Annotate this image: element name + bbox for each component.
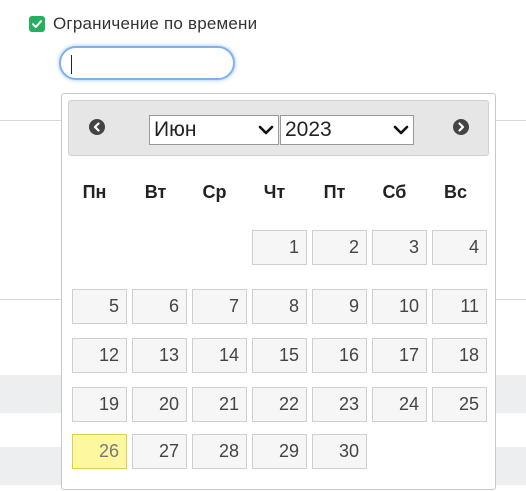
calendar-day[interactable]: 6 [132, 289, 187, 324]
calendar-day[interactable]: 7 [192, 289, 247, 324]
weekday-header: Сб [382, 182, 407, 202]
weekday-header: Ср [202, 182, 227, 202]
time-limit-input[interactable] [59, 46, 235, 80]
calendar-day[interactable]: 18 [432, 338, 487, 373]
chevron-down-icon [258, 124, 274, 136]
calendar-day[interactable]: 28 [192, 434, 247, 469]
calendar-day[interactable]: 14 [192, 338, 247, 373]
weekday-header: Вт [144, 182, 167, 202]
calendar-day[interactable]: 20 [132, 387, 187, 422]
checkmark-icon [32, 20, 42, 28]
circle-arrow-right-icon [458, 122, 465, 132]
calendar-day[interactable]: 22 [252, 387, 307, 422]
weekday-header: Чт [263, 182, 286, 202]
calendar-day[interactable]: 27 [132, 434, 187, 469]
calendar-day[interactable]: 30 [312, 434, 367, 469]
calendar-day[interactable]: 23 [312, 387, 367, 422]
year-select[interactable]: 2023 [280, 115, 414, 145]
background-divider-1 [0, 120, 62, 121]
chevron-down-icon [393, 124, 409, 136]
calendar-day[interactable]: 25 [432, 387, 487, 422]
calendar-day[interactable]: 29 [252, 434, 307, 469]
time-limit-label: Ограничение по времени [53, 14, 258, 33]
calendar-day[interactable]: 8 [252, 289, 307, 324]
month-select[interactable]: Июн [149, 115, 279, 145]
calendar-day[interactable]: 9 [312, 289, 367, 324]
weekday-header: Пт [323, 182, 346, 202]
weekday-header: Пн [82, 182, 107, 202]
calendar-day[interactable]: 13 [132, 338, 187, 373]
year-select-value: 2023 [285, 118, 332, 141]
calendar-day-today[interactable]: 26 [72, 434, 127, 469]
calendar-day[interactable]: 3 [372, 230, 427, 265]
datepicker: Июн 2023 Пн Вт Ср Чт Пт Сб Вс 1234567891… [61, 93, 496, 490]
calendar-day[interactable]: 12 [72, 338, 127, 373]
datepicker-header: Июн 2023 [68, 100, 489, 156]
calendar-day[interactable]: 4 [432, 230, 487, 265]
month-select-value: Июн [154, 118, 197, 141]
background-divider-3 [0, 299, 62, 300]
calendar-day[interactable]: 2 [312, 230, 367, 265]
calendar-day[interactable]: 19 [72, 387, 127, 422]
calendar-day[interactable]: 21 [192, 387, 247, 422]
calendar-day[interactable]: 15 [252, 338, 307, 373]
background-divider-2 [496, 120, 526, 121]
calendar-day[interactable]: 17 [372, 338, 427, 373]
background-divider-4 [496, 299, 526, 300]
calendar-day[interactable]: 24 [372, 387, 427, 422]
calendar-day[interactable]: 16 [312, 338, 367, 373]
time-limit-checkbox[interactable] [29, 16, 45, 32]
calendar-day[interactable]: 11 [432, 289, 487, 324]
weekday-header: Вс [443, 182, 467, 202]
calendar-day[interactable]: 10 [372, 289, 427, 324]
circle-arrow-left-icon [93, 122, 100, 132]
calendar-day[interactable]: 1 [252, 230, 307, 265]
text-caret [71, 55, 72, 74]
calendar-day[interactable]: 5 [72, 289, 127, 324]
next-month-button[interactable] [453, 119, 469, 135]
time-limit-row: Ограничение по времени [29, 14, 257, 34]
prev-month-button[interactable] [89, 119, 105, 135]
